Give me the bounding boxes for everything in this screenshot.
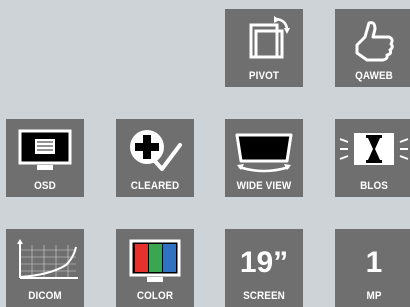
dicom-tile[interactable]: DICOM (6, 229, 84, 307)
osd-tile[interactable]: OSD (6, 119, 84, 197)
color-tile[interactable]: COLOR (116, 229, 194, 307)
monitor-menu-icon (6, 119, 84, 181)
thumbs-up-icon (335, 9, 410, 71)
pivot-label: PIVOT (248, 70, 280, 82)
hourglass-monitor-icon (335, 119, 410, 181)
pivot-rotate-icon (225, 9, 303, 71)
qaweb-tile[interactable]: QAWEB (335, 9, 410, 87)
screen-size-value: 19” (239, 246, 289, 279)
pivot-tile[interactable]: PIVOT (225, 9, 303, 87)
mp-label: MP (366, 290, 382, 302)
color-bars-monitor-icon (116, 229, 194, 291)
megapixel-value: 1 (365, 246, 383, 279)
wide-view-tile[interactable]: WIDE VIEW (225, 119, 303, 197)
osd-label: OSD (34, 180, 56, 192)
mp-tile[interactable]: 1 MP (335, 229, 410, 307)
blos-tile[interactable]: BLOS (335, 119, 410, 197)
blos-label: BLOS (360, 180, 388, 192)
wide-view-monitor-icon (225, 119, 303, 181)
qaweb-label: QAWEB (355, 70, 393, 82)
screen-label: SCREEN (243, 290, 285, 302)
dicom-label: DICOM (28, 290, 62, 302)
cleared-tile[interactable]: CLEARED (116, 119, 194, 197)
dicom-curve-icon (6, 229, 84, 291)
medical-cross-check-icon (116, 119, 194, 181)
color-label: COLOR (136, 290, 174, 302)
screen-tile[interactable]: 19” SCREEN (225, 229, 303, 307)
wide-view-label: WIDE VIEW (236, 180, 292, 192)
cleared-label: CLEARED (130, 180, 180, 192)
